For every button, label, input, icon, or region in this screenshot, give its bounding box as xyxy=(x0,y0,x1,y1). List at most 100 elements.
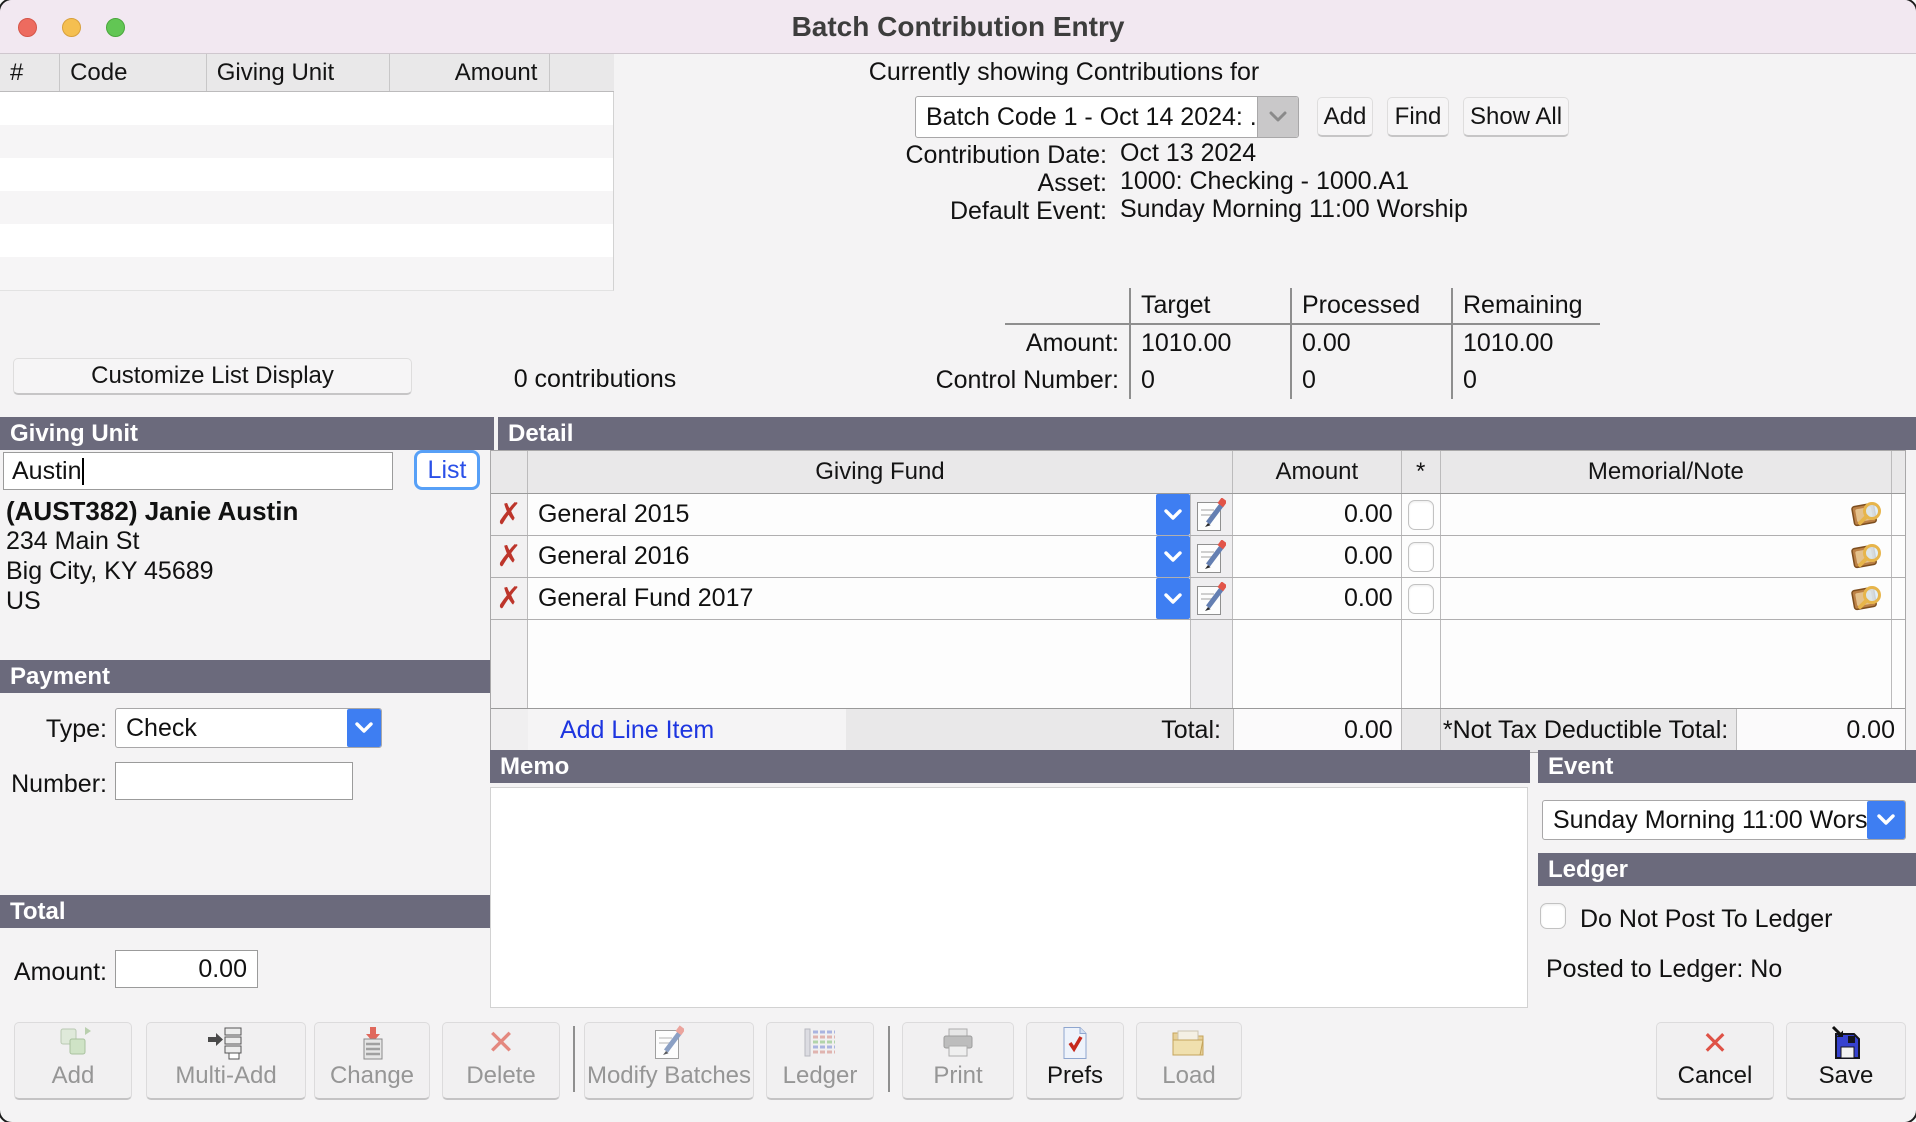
cancel-button-label: Cancel xyxy=(1678,1062,1753,1090)
totals-column-processed: Processed xyxy=(1290,288,1451,323)
memo-textarea[interactable] xyxy=(490,787,1528,1008)
contributions-list: # Code Giving Unit Amount xyxy=(0,54,614,291)
add-contribution-button[interactable]: Add xyxy=(14,1022,132,1100)
list-row xyxy=(0,158,613,191)
event-select[interactable]: Sunday Morning 11:00 Worship xyxy=(1542,800,1906,840)
line-amount-input[interactable]: 0.00 xyxy=(1233,578,1402,619)
do-not-post-checkbox[interactable] xyxy=(1540,903,1566,929)
empty-fund-area xyxy=(528,620,1191,708)
memorial-note-input[interactable] xyxy=(1441,578,1892,619)
prefs-button[interactable]: Prefs xyxy=(1026,1022,1124,1100)
change-button[interactable]: Change xyxy=(314,1022,430,1100)
text-cursor xyxy=(82,458,84,485)
pencil-document-icon xyxy=(654,1025,684,1061)
delete-line-button[interactable]: ✗ xyxy=(491,578,528,619)
payment-type-value: Check xyxy=(116,709,347,747)
add-batch-button[interactable]: Add xyxy=(1317,97,1373,137)
not-tax-deductible-checkbox[interactable] xyxy=(1408,500,1434,530)
giving-fund-select[interactable]: General Fund 2017 xyxy=(528,578,1191,619)
chevron-down-icon[interactable] xyxy=(1156,578,1190,619)
detail-column-star: * xyxy=(1402,451,1441,493)
totals-amount-label: Amount: xyxy=(1005,325,1129,362)
column-header-number[interactable]: # xyxy=(0,54,60,91)
column-header-code[interactable]: Code xyxy=(60,54,207,91)
prefs-checklist-icon xyxy=(1061,1026,1089,1060)
chevron-down-icon xyxy=(1257,97,1298,137)
column-header-amount[interactable]: Amount xyxy=(390,54,550,91)
giving-unit-name: (AUST382) Janie Austin xyxy=(6,496,486,526)
asset-label: Asset: xyxy=(750,169,1107,198)
cancel-button[interactable]: ✕ Cancel xyxy=(1656,1022,1774,1100)
payment-section-header: Payment xyxy=(0,660,494,693)
add-button-label: Add xyxy=(52,1062,95,1090)
total-section-header: Total xyxy=(0,895,494,928)
memorial-note-input[interactable] xyxy=(1441,536,1892,577)
fund-row: ✗ General 2015 0.00 xyxy=(491,494,1905,536)
line-amount-input[interactable]: 0.00 xyxy=(1233,536,1402,577)
print-button[interactable]: Print xyxy=(902,1022,1014,1100)
not-tax-deductible-cell xyxy=(1402,536,1441,577)
column-header-giving-unit[interactable]: Giving Unit xyxy=(207,54,390,91)
ledger-button[interactable]: Ledger xyxy=(766,1022,874,1100)
memo-lookup-icon[interactable] xyxy=(1849,499,1885,531)
event-section-header: Event xyxy=(1538,750,1916,783)
delete-line-button[interactable]: ✗ xyxy=(491,536,528,577)
edit-fund-button[interactable] xyxy=(1191,536,1233,577)
memorial-note-input[interactable] xyxy=(1441,494,1892,535)
add-line-item-link[interactable]: Add Line Item xyxy=(528,709,846,752)
total-amount-input[interactable]: 0.00 xyxy=(115,950,258,988)
batch-totals-table: Target Processed Remaining Amount: 1010.… xyxy=(1005,288,1600,399)
load-button[interactable]: Load xyxy=(1136,1022,1242,1100)
footer-gutter xyxy=(491,709,528,752)
line-amount-input[interactable]: 0.00 xyxy=(1233,494,1402,535)
multi-add-button-label: Multi-Add xyxy=(175,1062,276,1090)
payment-type-select[interactable]: Check xyxy=(115,708,382,748)
delete-line-button[interactable]: ✗ xyxy=(491,494,528,535)
giving-unit-search-value: Austin xyxy=(12,457,81,486)
not-tax-deductible-checkbox[interactable] xyxy=(1408,584,1434,614)
modify-batches-button[interactable]: Modify Batches xyxy=(584,1022,754,1100)
payment-number-label: Number: xyxy=(0,770,107,799)
payment-number-input[interactable] xyxy=(115,762,353,800)
do-not-post-label: Do Not Post To Ledger xyxy=(1580,905,1910,934)
find-batch-button[interactable]: Find xyxy=(1387,97,1449,137)
batch-select[interactable]: Batch Code 1 - Oct 14 2024: ... xyxy=(915,96,1299,138)
empty-memo-area xyxy=(1441,620,1892,708)
edit-fund-button[interactable] xyxy=(1191,578,1233,619)
chevron-down-icon[interactable] xyxy=(1156,494,1190,535)
list-button[interactable]: List xyxy=(414,450,480,490)
memo-lookup-icon[interactable] xyxy=(1849,583,1885,615)
delete-button[interactable]: ✕ Delete xyxy=(442,1022,560,1100)
contributions-list-body[interactable] xyxy=(0,92,614,291)
batch-select-value: Batch Code 1 - Oct 14 2024: ... xyxy=(916,97,1257,137)
chevron-down-icon[interactable] xyxy=(1156,536,1190,577)
giving-fund-select[interactable]: General 2015 xyxy=(528,494,1191,535)
totals-control-number-label: Control Number: xyxy=(1005,362,1129,399)
totals-corner-cell xyxy=(1005,288,1129,323)
delete-x-icon: ✗ xyxy=(496,584,521,614)
load-button-label: Load xyxy=(1162,1062,1215,1090)
giving-unit-search-input[interactable]: Austin xyxy=(3,452,393,490)
title-bar: Batch Contribution Entry xyxy=(0,0,1916,54)
memo-lookup-icon[interactable] xyxy=(1849,541,1885,573)
giving-fund-select[interactable]: General 2016 xyxy=(528,536,1191,577)
list-button-label: List xyxy=(428,456,467,485)
multi-add-button[interactable]: Multi-Add xyxy=(146,1022,306,1100)
detail-total-label: Total: xyxy=(846,709,1233,752)
edit-fund-button[interactable] xyxy=(1191,494,1233,535)
payment-type-label: Type: xyxy=(0,715,107,744)
save-button[interactable]: Save xyxy=(1786,1022,1906,1100)
delete-x-icon: ✕ xyxy=(487,1026,516,1060)
list-row xyxy=(0,191,613,224)
show-all-batches-button[interactable]: Show All xyxy=(1463,97,1569,137)
detail-empty-area xyxy=(491,620,1905,708)
remaining-amount: 1010.00 xyxy=(1451,325,1600,362)
contributions-list-header: # Code Giving Unit Amount xyxy=(0,54,614,92)
not-tax-deductible-checkbox[interactable] xyxy=(1408,542,1434,572)
not-tax-deductible-cell xyxy=(1402,494,1441,535)
list-row xyxy=(0,125,613,158)
not-tax-deductible-cell xyxy=(1402,578,1441,619)
empty-edit-area xyxy=(1191,620,1233,708)
default-event-value: Sunday Morning 11:00 Worship xyxy=(1120,195,1620,224)
customize-list-display-button[interactable]: Customize List Display xyxy=(13,358,412,395)
